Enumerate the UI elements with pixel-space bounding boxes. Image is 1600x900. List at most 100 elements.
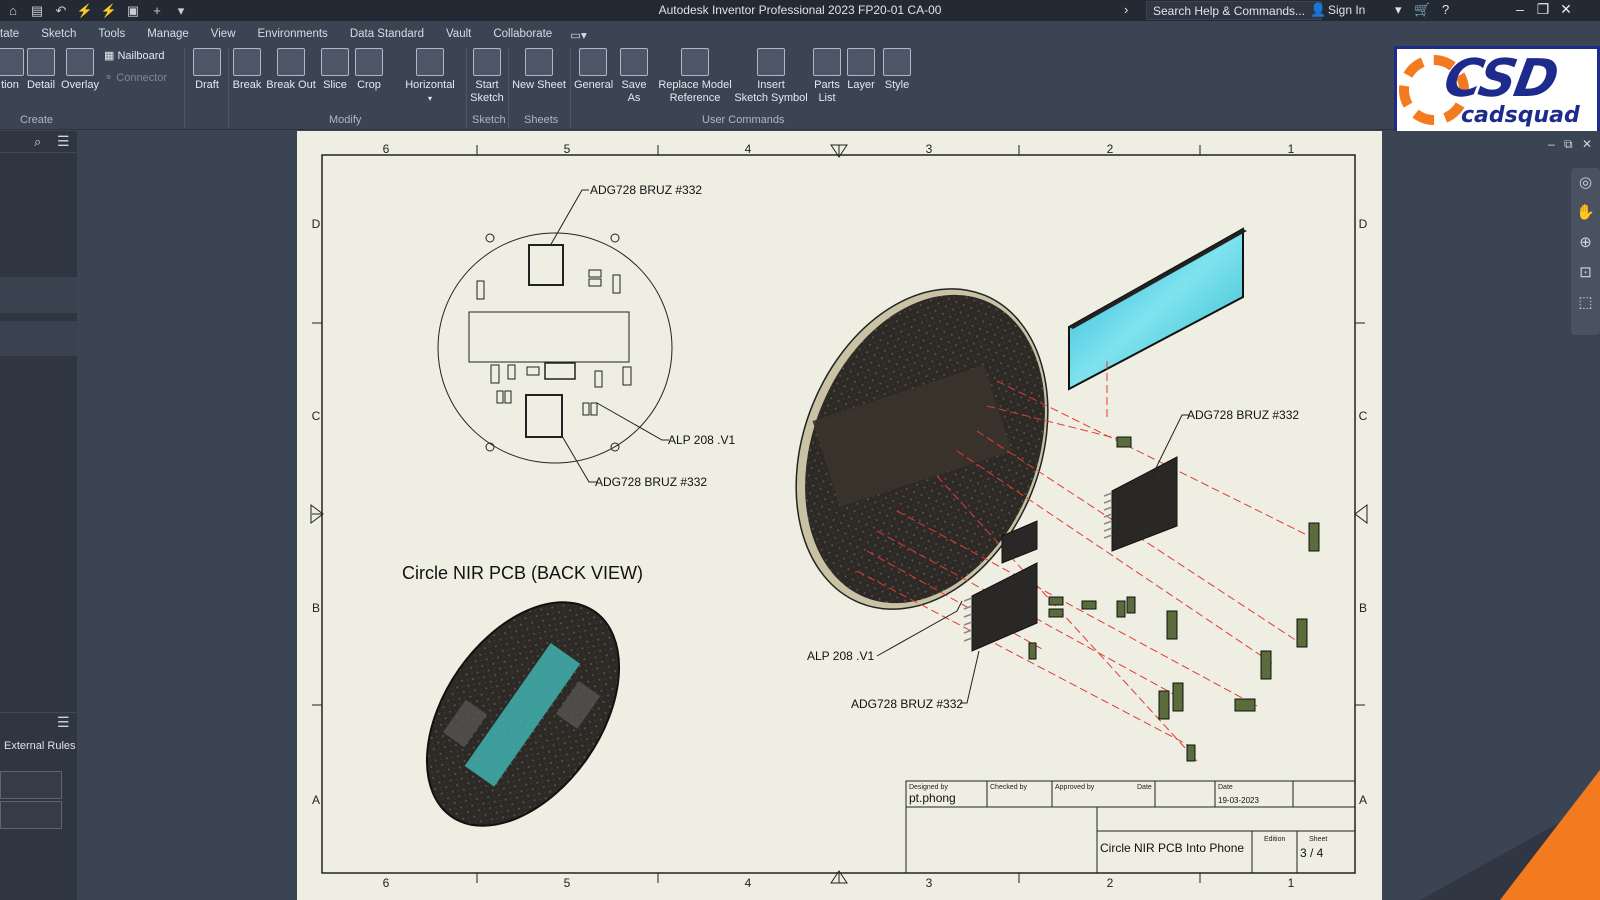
camera-icon[interactable]: ▭▾ bbox=[570, 24, 587, 44]
ic-chip-render[interactable] bbox=[1103, 456, 1178, 552]
break-out-label: Break Out bbox=[266, 79, 316, 91]
break-button[interactable]: Break bbox=[232, 48, 262, 92]
nailboard-button[interactable]: ▦ Nailboard bbox=[104, 50, 165, 63]
tab-tools[interactable]: Tools bbox=[98, 24, 125, 44]
section-view-button[interactable]: tion bbox=[0, 48, 24, 92]
break-out-button[interactable]: Break Out bbox=[266, 48, 316, 92]
rule-list-box[interactable] bbox=[0, 801, 62, 829]
print-icon[interactable]: ▤ bbox=[28, 3, 46, 19]
horizontal-button[interactable]: Horizontal ▾ bbox=[402, 48, 458, 105]
group-sheets-label: Sheets bbox=[524, 114, 559, 126]
connector-label: Connector bbox=[116, 72, 168, 84]
edition-label: Edition bbox=[1264, 836, 1286, 843]
help-icon[interactable]: ? bbox=[1442, 2, 1449, 17]
search-input[interactable]: Search Help & Commands... bbox=[1146, 1, 1322, 20]
replace-model-reference-button[interactable]: Replace Model Reference bbox=[658, 48, 732, 105]
update-disabled-icon: ⚡ bbox=[100, 2, 118, 18]
signin-dropdown-icon[interactable]: ▾ bbox=[1395, 2, 1402, 18]
tab-collaborate[interactable]: Collaborate bbox=[493, 24, 552, 44]
sign-in-link[interactable]: Sign In bbox=[1328, 3, 1365, 17]
save-as-button[interactable]: Save As bbox=[614, 48, 654, 105]
style-button[interactable]: Style bbox=[882, 48, 912, 92]
close-icon[interactable]: ✕ bbox=[1556, 1, 1576, 18]
save-as-icon bbox=[620, 48, 648, 76]
zone-label-top: 3 bbox=[926, 142, 933, 156]
external-rules-tab[interactable]: External Rules bbox=[4, 740, 76, 752]
tab-data-standard[interactable]: Data Standard bbox=[350, 24, 424, 44]
home-icon[interactable]: ⌂ bbox=[4, 3, 22, 18]
undo-icon[interactable]: ↶ bbox=[52, 3, 70, 19]
callout-label[interactable]: ADG728 BRUZ #332 bbox=[1187, 408, 1299, 422]
drawing-sheet[interactable]: 6 5 4 3 2 1 6 5 4 3 2 1 D C B A D C B A bbox=[297, 131, 1382, 900]
pcb-back-view-render[interactable] bbox=[387, 567, 658, 861]
parts-label-1: Parts bbox=[814, 79, 840, 91]
restore-view-icon[interactable]: ⧉ bbox=[1564, 137, 1573, 151]
parts-list-button[interactable]: Parts List bbox=[812, 48, 842, 105]
parts-label-2: List bbox=[818, 92, 836, 104]
search-icon[interactable]: ⌕ bbox=[34, 134, 41, 150]
browser-selected-row[interactable] bbox=[0, 277, 77, 313]
drawing-title: Circle NIR PCB Into Phone bbox=[1100, 841, 1244, 855]
callout-label[interactable]: ADG728 BRUZ #332 bbox=[590, 183, 702, 197]
minimize-view-icon[interactable]: – bbox=[1548, 137, 1555, 151]
group-create-label: Create bbox=[20, 114, 54, 126]
menu-icon[interactable]: ☰ bbox=[57, 133, 70, 150]
insert-sketch-symbol-button[interactable]: Insert Sketch Symbol bbox=[734, 48, 808, 105]
restore-icon[interactable]: ❐ bbox=[1533, 1, 1553, 18]
callout-label[interactable]: ALP 208 .V1 bbox=[807, 649, 874, 663]
zoom-window-icon[interactable]: ⊡ bbox=[1571, 258, 1600, 288]
minimize-icon[interactable]: – bbox=[1510, 1, 1530, 17]
start-sketch-label-2: Sketch bbox=[470, 92, 504, 104]
layer-button[interactable]: Layer bbox=[846, 48, 876, 92]
csd-cadsquad-logo: CSD cadsquad bbox=[1394, 46, 1600, 134]
zoom-all-icon[interactable]: ⬚ bbox=[1571, 288, 1600, 318]
group-modify-label: Modify bbox=[329, 114, 362, 126]
user-icon: 👤 bbox=[1310, 2, 1327, 17]
pcb-exploded-3d-render[interactable] bbox=[750, 251, 1093, 647]
overlay-icon bbox=[66, 48, 94, 76]
ic-chip-render[interactable] bbox=[963, 562, 1038, 652]
tab-annotate[interactable]: tate bbox=[0, 24, 19, 44]
nailboard-label: Nailboard bbox=[117, 50, 165, 62]
pan-hand-icon[interactable]: ✋ bbox=[1571, 198, 1600, 228]
menu-icon[interactable]: ☰ bbox=[57, 714, 70, 731]
callout-label[interactable]: ADG728 BRUZ #332 bbox=[851, 697, 963, 711]
steering-wheel-icon[interactable]: ◎ bbox=[1571, 168, 1600, 198]
rule-list-box[interactable] bbox=[0, 771, 62, 799]
zoom-icon[interactable]: ⊕ bbox=[1571, 228, 1600, 258]
ribbon-separator bbox=[570, 48, 571, 128]
draft-button[interactable]: Draft bbox=[192, 48, 222, 92]
new-sheet-button[interactable]: New Sheet bbox=[512, 48, 566, 92]
detail-view-button[interactable]: Detail bbox=[26, 48, 56, 92]
display-module-render[interactable] bbox=[1068, 227, 1247, 391]
tab-manage[interactable]: Manage bbox=[147, 24, 189, 44]
callout-label[interactable]: ADG728 BRUZ #332 bbox=[595, 475, 707, 489]
tab-environments[interactable]: Environments bbox=[258, 24, 328, 44]
draft-label: Draft bbox=[195, 79, 219, 91]
start-sketch-button[interactable]: Start Sketch bbox=[470, 48, 504, 105]
callout-label[interactable]: ALP 208 .V1 bbox=[668, 433, 735, 447]
cart-icon[interactable]: 🛒 bbox=[1414, 2, 1430, 18]
pcb-2d-view[interactable] bbox=[437, 232, 673, 464]
browser-row[interactable] bbox=[0, 321, 77, 339]
parts-list-icon bbox=[813, 48, 841, 76]
crop-button[interactable]: Crop bbox=[354, 48, 384, 92]
browser-row[interactable] bbox=[0, 338, 77, 356]
save-icon[interactable]: ▣ bbox=[124, 3, 142, 19]
overlay-button[interactable]: Overlay bbox=[60, 48, 100, 92]
update-icon[interactable]: ⚡ bbox=[76, 3, 94, 19]
slice-button[interactable]: Slice bbox=[320, 48, 350, 92]
tab-vault[interactable]: Vault bbox=[446, 24, 471, 44]
tab-view[interactable]: View bbox=[211, 24, 236, 44]
customize-dropdown-icon[interactable]: ▾ bbox=[172, 3, 190, 19]
general-button[interactable]: General bbox=[574, 48, 613, 92]
insert-label-1: Insert bbox=[757, 79, 785, 91]
tab-sketch[interactable]: Sketch bbox=[41, 24, 76, 44]
search-expand-icon[interactable]: › bbox=[1124, 2, 1128, 17]
add-icon[interactable]: + bbox=[148, 3, 166, 18]
replace-model-icon bbox=[681, 48, 709, 76]
ribbon-tabs: tate Sketch Tools Manage View Environmen… bbox=[0, 24, 1600, 44]
sheet-label: Sheet bbox=[1309, 836, 1327, 843]
replace-label-1: Replace Model bbox=[658, 79, 732, 91]
close-view-icon[interactable]: ✕ bbox=[1582, 137, 1592, 151]
